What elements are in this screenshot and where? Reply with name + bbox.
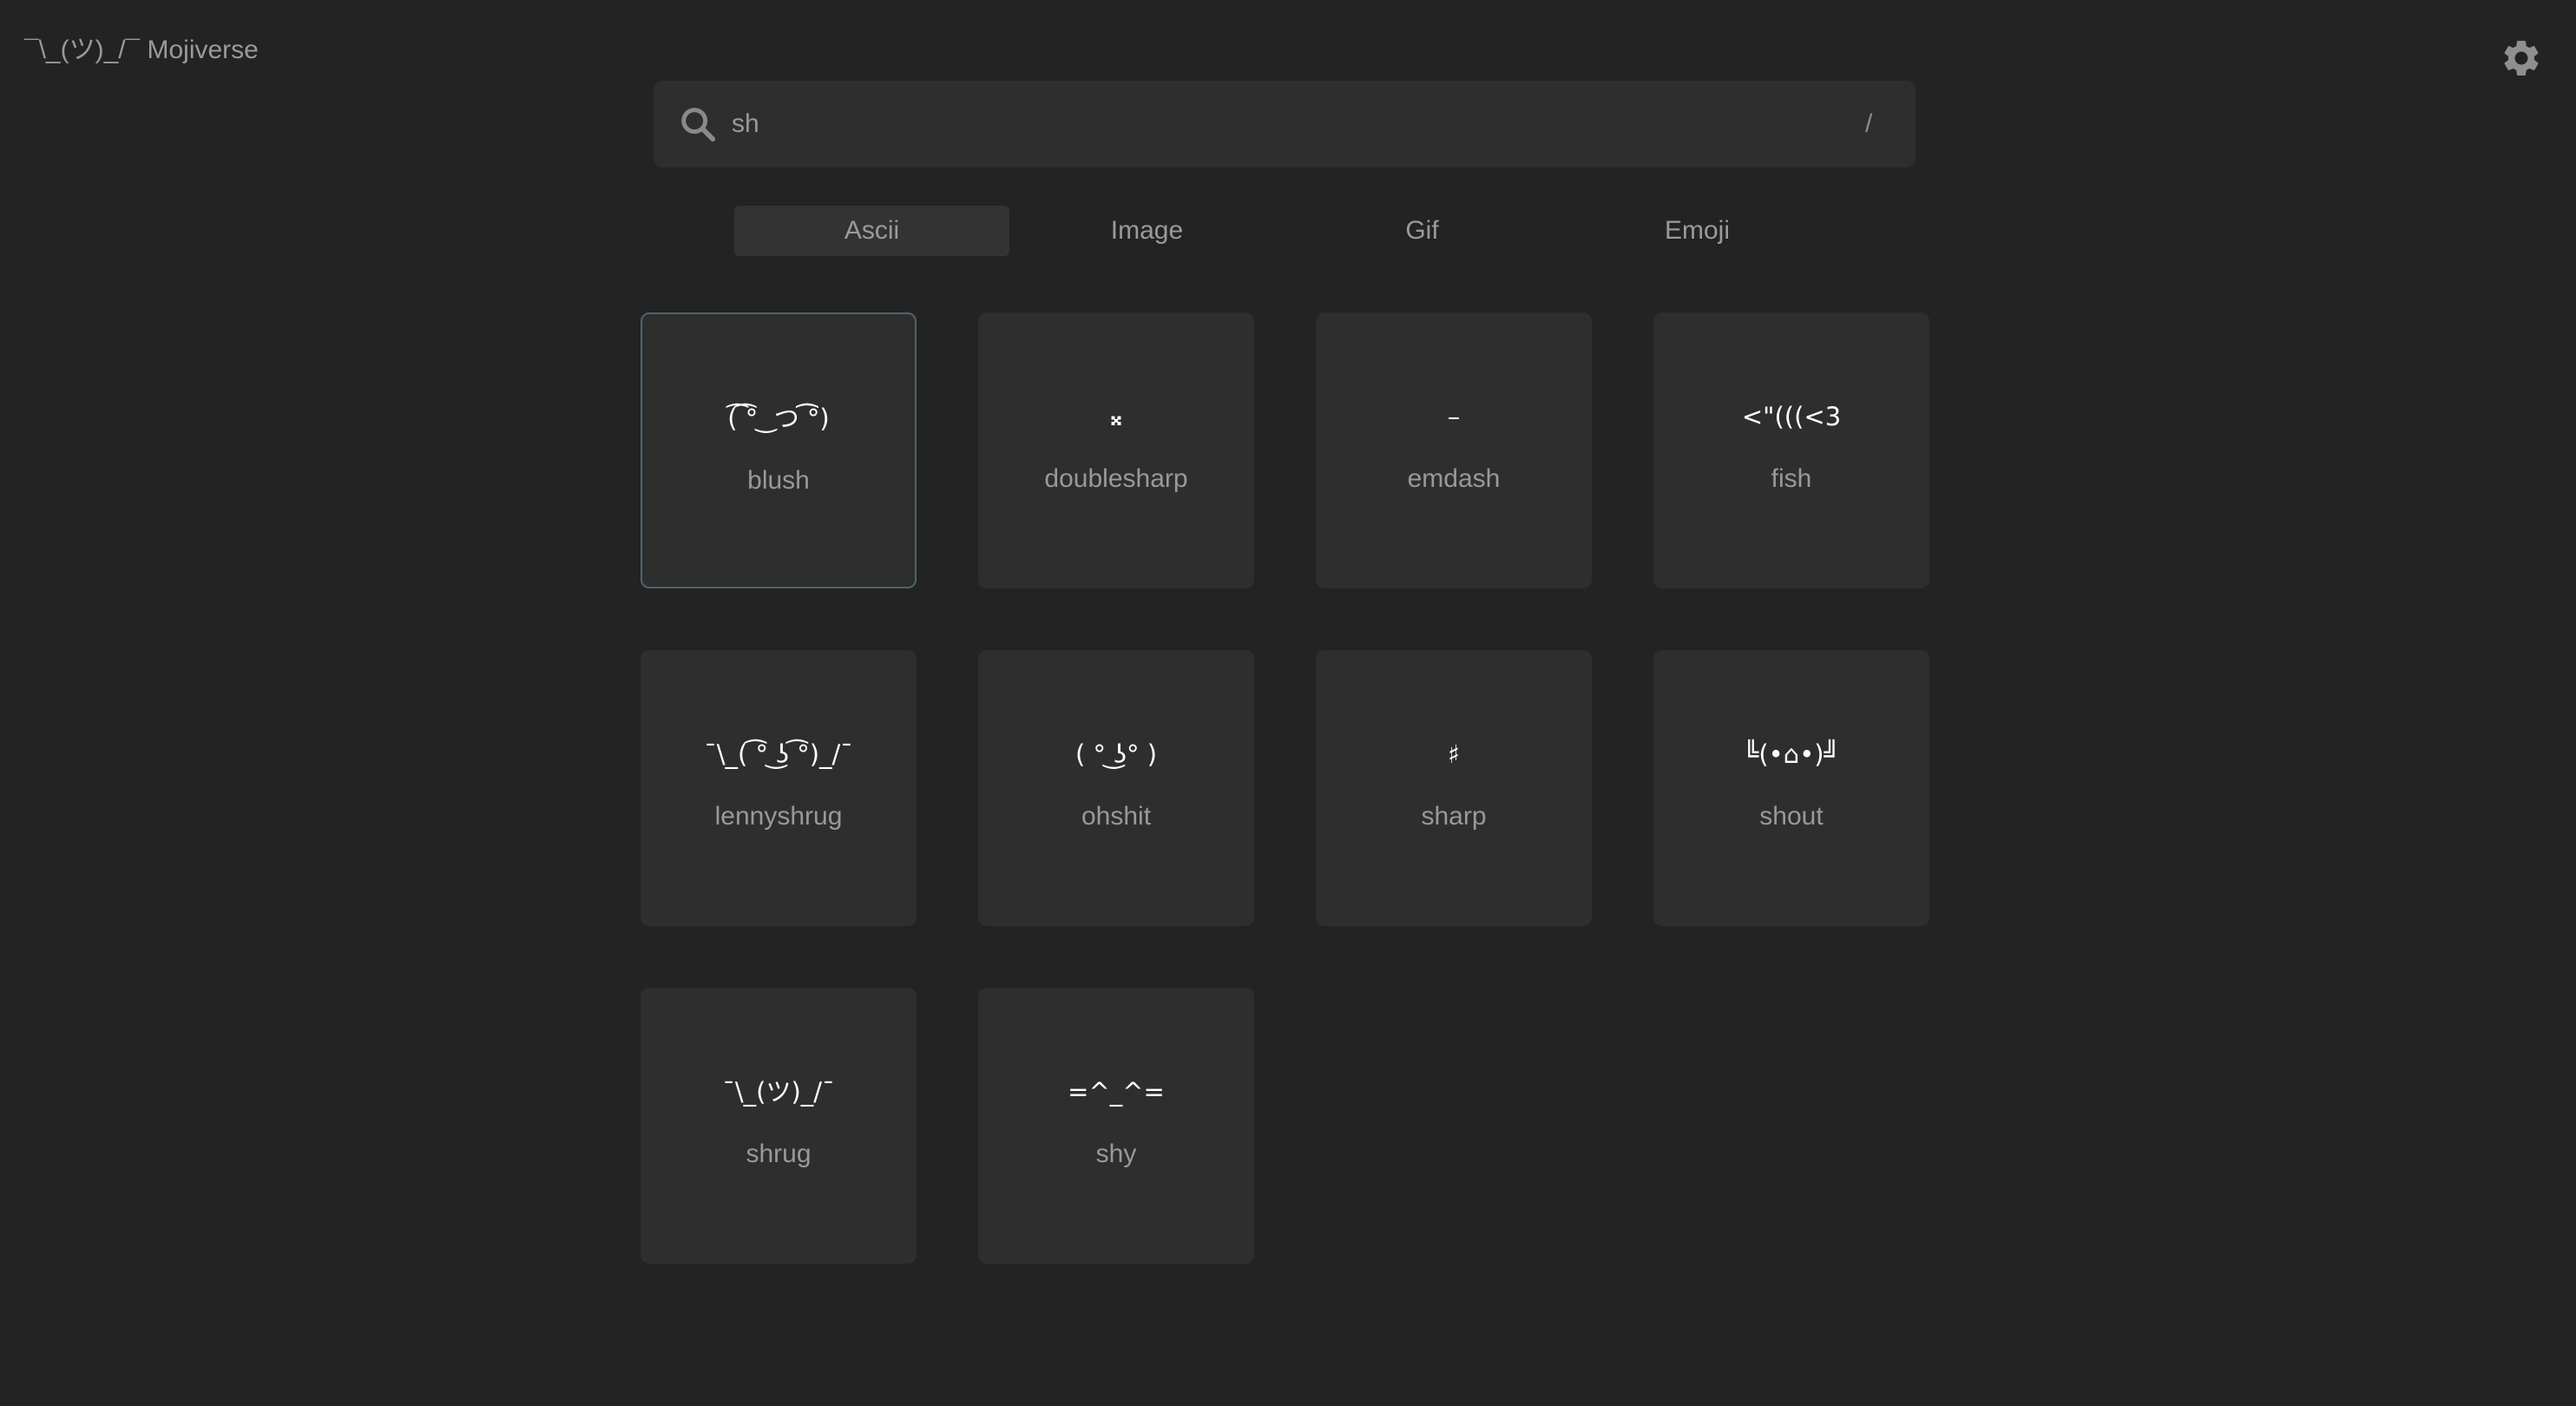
result-label: lennyshrug — [714, 802, 843, 831]
result-glyph: – — [1447, 402, 1461, 431]
app-brand: ¯\_(ツ)_/¯ Mojiverse — [24, 36, 259, 64]
result-label: emdash — [1407, 464, 1501, 493]
search-shortcut-hint: / — [1865, 109, 1873, 138]
result-card-ohshit[interactable]: ( ° ͜ʖ° ) ohshit — [978, 650, 1254, 926]
result-card-sharp[interactable]: ♯ sharp — [1316, 650, 1592, 926]
app-window: ¯\_(ツ)_/¯ Mojiverse / Ascii Image Gif Em… — [0, 0, 2576, 1406]
tab-image[interactable]: Image — [1009, 206, 1285, 256]
result-card-lennyshrug[interactable]: ¯\_( ͡° ͜ʖ ͡°)_/¯ lennyshrug — [641, 650, 917, 926]
result-glyph: ¯\_(ツ)_/¯ — [722, 1077, 835, 1107]
result-glyph: ♯ — [1447, 739, 1461, 769]
result-label: sharp — [1421, 802, 1487, 831]
result-glyph: =^_^= — [1068, 1077, 1165, 1107]
result-card-shrug[interactable]: ¯\_(ツ)_/¯ shrug — [641, 988, 917, 1264]
result-label: fish — [1771, 464, 1812, 493]
result-card-doublesharp[interactable]: 𝄪 doublesharp — [978, 312, 1254, 588]
result-label: shout — [1759, 802, 1824, 831]
result-label: blush — [747, 466, 810, 495]
settings-button[interactable] — [2500, 36, 2543, 80]
tab-ascii[interactable]: Ascii — [734, 206, 1009, 256]
result-label: shrug — [746, 1140, 812, 1168]
result-glyph: ╚(•⌂•)╝ — [1743, 739, 1840, 769]
result-card-fish[interactable]: <"(((<3 fish — [1653, 312, 1929, 588]
result-glyph: ( ° ͜ʖ° ) — [1074, 739, 1158, 769]
result-label: doublesharp — [1044, 464, 1188, 493]
result-card-shout[interactable]: ╚(•⌂•)╝ shout — [1653, 650, 1929, 926]
search-icon — [678, 104, 718, 144]
result-glyph: ¯\_( ͡° ͜ʖ ͡°)_/¯ — [704, 739, 853, 769]
gear-icon — [2504, 40, 2539, 76]
result-glyph: 𝄪 — [1110, 402, 1122, 431]
search-input[interactable] — [732, 81, 1825, 168]
result-glyph: (͡ ͡° ͜ つ ͡͡°) — [727, 404, 830, 433]
tab-emoji[interactable]: Emoji — [1560, 206, 1835, 256]
result-card-emdash[interactable]: – emdash — [1316, 312, 1592, 588]
result-glyph: <"(((<3 — [1741, 402, 1842, 431]
search-bar: / — [654, 81, 1916, 168]
result-label: shy — [1095, 1140, 1137, 1168]
tab-gif[interactable]: Gif — [1285, 206, 1560, 256]
category-tabs: Ascii Image Gif Emoji — [734, 206, 1835, 256]
result-card-blush[interactable]: (͡ ͡° ͜ つ ͡͡°) blush — [641, 312, 917, 588]
result-label: ohshit — [1081, 802, 1152, 831]
result-card-shy[interactable]: =^_^= shy — [978, 988, 1254, 1264]
